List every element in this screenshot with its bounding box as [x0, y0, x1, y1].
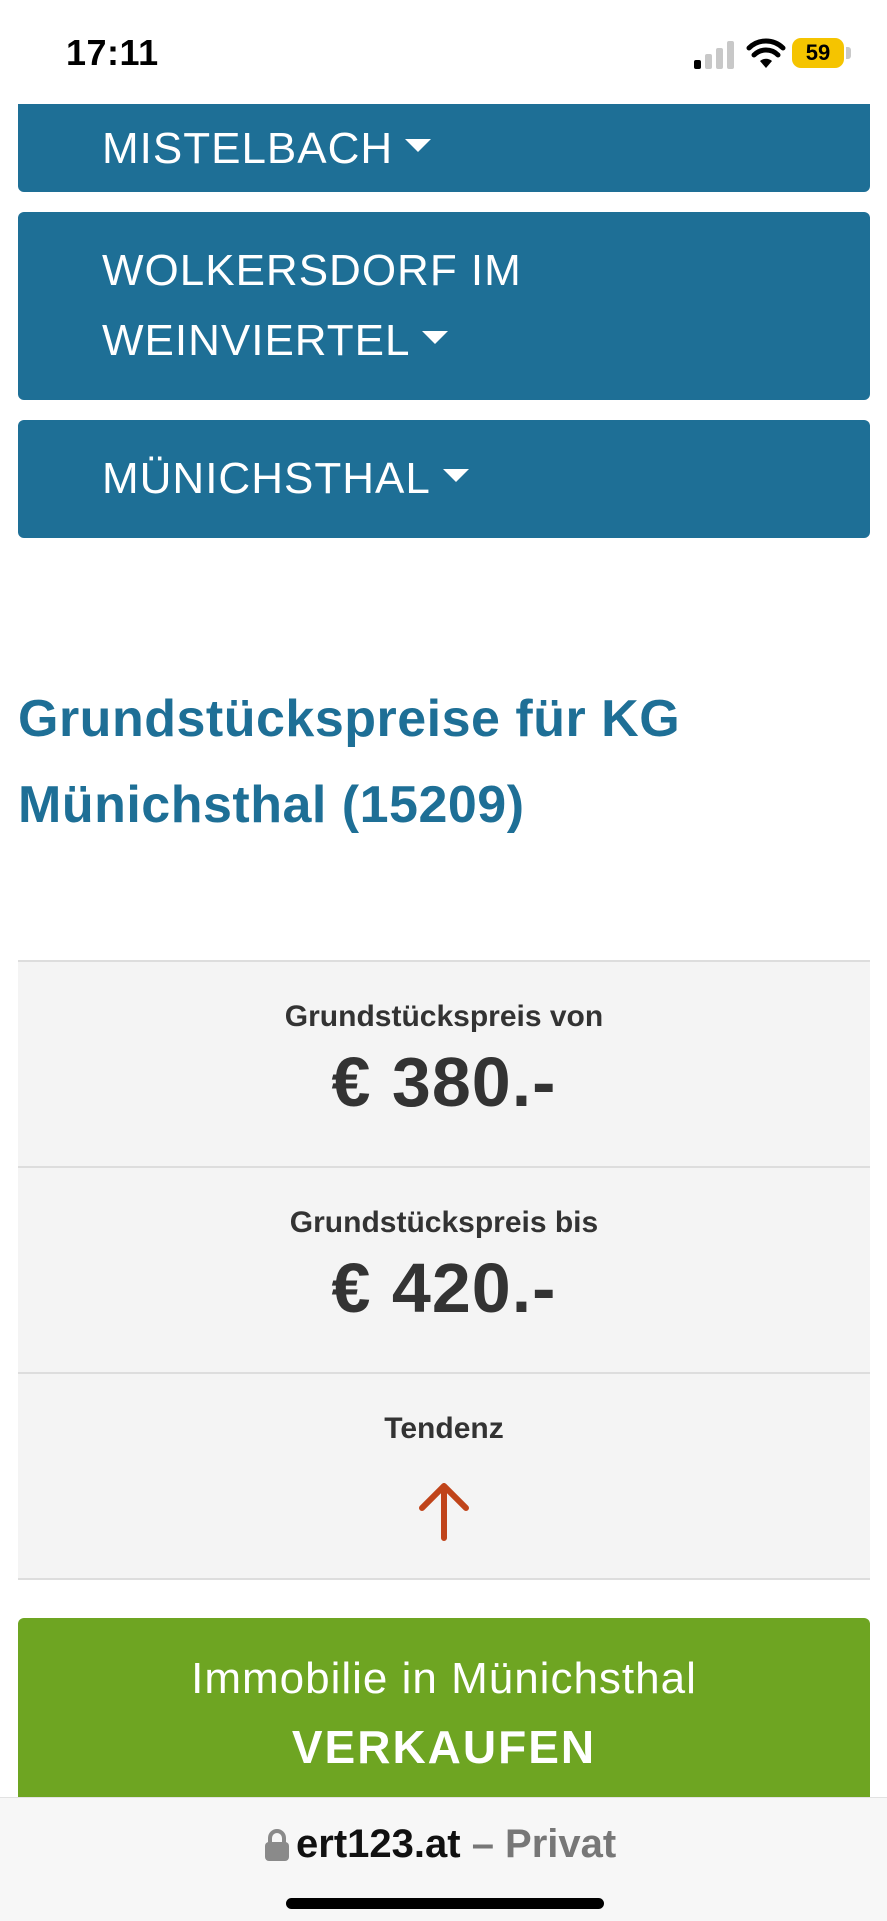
tendency-row: Tendenz — [18, 1374, 870, 1580]
arrow-up-icon — [419, 1483, 469, 1541]
tendency-label: Tendenz — [384, 1412, 504, 1445]
page-title-line1: Grundstückspreise für KG — [18, 690, 681, 748]
url-text: ert123.at – Privat — [296, 1822, 616, 1867]
caret-down-icon — [442, 468, 469, 482]
region-label: MISTELBACH — [102, 124, 394, 173]
caret-down-icon — [405, 138, 432, 152]
sell-button-line1: Immobilie in Münichsthal — [191, 1654, 697, 1703]
status-time: 17:11 — [66, 32, 159, 73]
sell-button-line2: VERKAUFEN — [291, 1721, 597, 1773]
page-title-line2: Münichsthal (15209) — [18, 776, 525, 834]
private-mode-label: – Privat — [471, 1822, 617, 1866]
lock-icon — [265, 1829, 289, 1861]
price-to-label: Grundstückspreis bis — [289, 1206, 599, 1239]
price-to-row: Grundstückspreis bis € 420.- — [18, 1168, 870, 1374]
price-from-value: € 380.- — [331, 1043, 557, 1121]
region-label-line2-wrap: WEINVIERTEL — [102, 306, 870, 376]
region-button-munichsthal[interactable]: MÜNICHSTHAL — [18, 420, 870, 538]
caret-down-icon — [422, 330, 449, 344]
wifi-icon — [746, 38, 786, 68]
battery-tip — [846, 47, 851, 59]
battery-charging-icon: 59 — [792, 38, 854, 70]
sell-property-button[interactable]: Immobilie in Münichsthal VERKAUFEN — [18, 1618, 870, 1814]
price-table: Grundstückspreis von € 380.- Grundstücks… — [18, 960, 870, 1580]
url-domain: ert123.at — [296, 1822, 461, 1866]
status-bar: 17:11 59 — [0, 0, 887, 104]
price-from-row: Grundstückspreis von € 380.- — [18, 962, 870, 1168]
home-indicator[interactable] — [286, 1898, 604, 1909]
region-button-wolkersdorf[interactable]: WOLKERSDORF IM WEINVIERTEL — [18, 212, 870, 400]
region-label-line1: WOLKERSDORF IM — [102, 246, 522, 295]
price-to-value: € 420.- — [331, 1249, 557, 1327]
price-from-label: Grundstückspreis von — [284, 1000, 604, 1033]
page-title: Grundstückspreise für KG Münichsthal (15… — [18, 676, 858, 848]
signal-icon — [694, 41, 734, 69]
region-label-line2: WEINVIERTEL — [102, 316, 411, 365]
browser-address-bar[interactable]: ert123.at – Privat — [0, 1797, 887, 1921]
region-label: MÜNICHSTHAL — [102, 454, 431, 503]
battery-level: 59 — [805, 40, 831, 65]
